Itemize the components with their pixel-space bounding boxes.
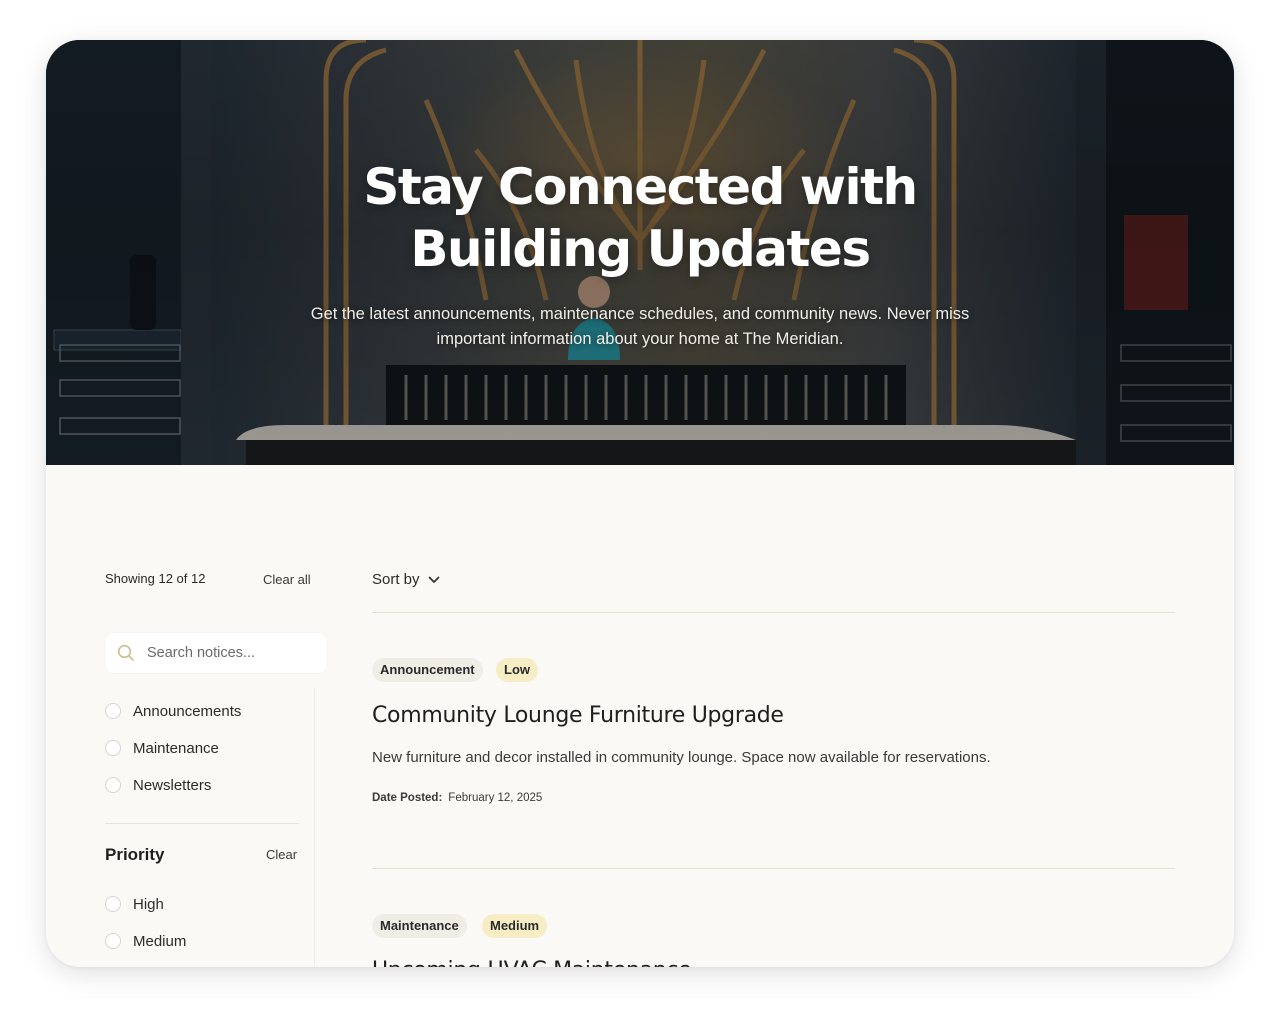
hero-subtitle-line-2: important information about your home at… <box>436 330 844 348</box>
radio-button[interactable] <box>105 703 121 719</box>
date-value: February 12, 2025 <box>448 792 543 804</box>
chevron-down-icon <box>428 576 439 583</box>
filter-label: Maintenance <box>133 739 219 757</box>
hero-subtitle-line-1: Get the latest announcements, maintenanc… <box>310 305 970 323</box>
filter-label: Announcements <box>133 702 242 720</box>
hero-title-line-1: Stay Connected with <box>363 158 918 216</box>
sort-by-dropdown[interactable]: Sort by <box>372 571 440 588</box>
search-icon <box>117 644 134 661</box>
notice-title[interactable]: Upcoming HVAC Maintenance <box>372 958 692 967</box>
radio-button[interactable] <box>105 740 121 756</box>
hero-title: Stay Connected with Building Updates <box>46 156 1234 280</box>
filter-divider <box>105 823 299 824</box>
filter-priority-medium[interactable]: Medium <box>105 931 186 951</box>
hero-title-line-2: Building Updates <box>410 220 871 278</box>
results-count: Showing 12 of 12 <box>105 571 206 586</box>
app-window: Stay Connected with Building Updates Get… <box>46 40 1234 967</box>
radio-button[interactable] <box>105 933 121 949</box>
notice-date: Date Posted: February 12, 2025 <box>372 792 542 804</box>
filter-label: High <box>133 895 164 913</box>
category-badge[interactable]: Maintenance <box>372 914 467 938</box>
search-input[interactable]: Search notices... <box>105 633 327 673</box>
date-label: Date Posted: <box>372 792 443 804</box>
clear-all-button[interactable]: Clear all <box>263 572 311 587</box>
list-top-divider <box>372 612 1175 613</box>
sort-by-label: Sort by <box>372 571 420 588</box>
filter-maintenance[interactable]: Maintenance <box>105 738 219 758</box>
filter-label: Medium <box>133 932 187 950</box>
notice-title[interactable]: Community Lounge Furniture Upgrade <box>372 703 784 728</box>
hero-banner: Stay Connected with Building Updates Get… <box>46 40 1234 465</box>
hero-subtitle: Get the latest announcements, maintenanc… <box>46 302 1234 352</box>
filter-newsletters[interactable]: Newsletters <box>105 775 211 795</box>
category-badge[interactable]: Announcement <box>372 658 483 682</box>
filter-label: Newsletters <box>133 776 212 794</box>
sidebar-divider <box>314 688 315 967</box>
notice-description: New furniture and decor installed in com… <box>372 749 991 766</box>
priority-heading: Priority <box>105 845 165 864</box>
radio-button[interactable] <box>105 896 121 912</box>
search-placeholder: Search notices... <box>147 645 255 661</box>
filter-priority-high[interactable]: High <box>105 894 164 914</box>
priority-badge[interactable]: Medium <box>482 914 548 938</box>
filter-announcements[interactable]: Announcements <box>105 701 241 721</box>
notice-divider <box>372 868 1175 869</box>
priority-badge[interactable]: Low <box>496 658 538 682</box>
radio-button[interactable] <box>105 777 121 793</box>
priority-clear-button[interactable]: Clear <box>266 847 297 862</box>
